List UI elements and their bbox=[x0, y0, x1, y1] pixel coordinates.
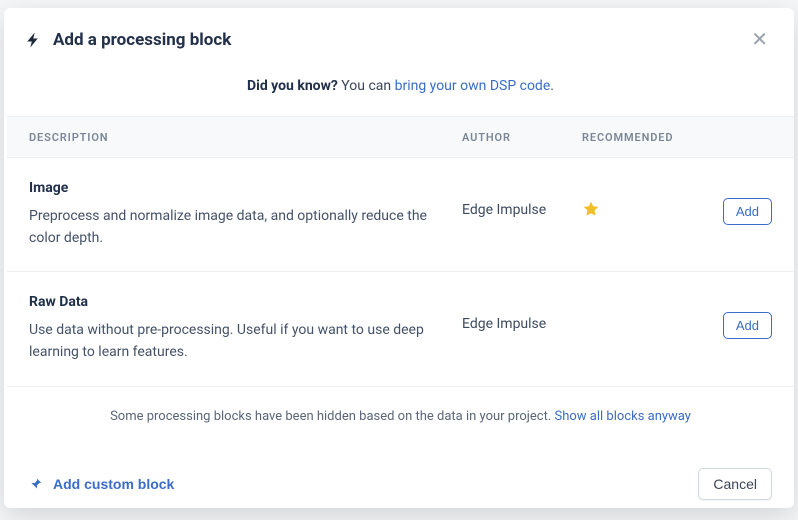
block-author: Edge Impulse bbox=[462, 294, 572, 332]
hidden-note-text: Some processing blocks have been hidden … bbox=[110, 409, 554, 424]
tip-suffix: . bbox=[550, 78, 554, 94]
add-custom-block-button[interactable]: Add custom block bbox=[29, 476, 174, 492]
close-button[interactable]: ✕ bbox=[747, 26, 772, 54]
col-recommended: RECOMMENDED bbox=[582, 131, 692, 144]
star-icon bbox=[582, 203, 600, 222]
block-description-cell: Image Preprocess and normalize image dat… bbox=[29, 180, 452, 249]
col-description: DESCRIPTION bbox=[29, 131, 452, 144]
close-icon: ✕ bbox=[751, 29, 768, 51]
block-desc: Preprocess and normalize image data, and… bbox=[29, 206, 452, 249]
table-row: Image Preprocess and normalize image dat… bbox=[7, 158, 794, 272]
block-action-cell: Add bbox=[702, 294, 772, 339]
add-button[interactable]: Add bbox=[723, 312, 772, 339]
add-button[interactable]: Add bbox=[723, 198, 772, 225]
table-header-row: DESCRIPTION AUTHOR RECOMMENDED bbox=[7, 116, 794, 158]
col-author: AUTHOR bbox=[462, 131, 572, 144]
modal-title: Add a processing block bbox=[53, 30, 747, 50]
block-desc: Use data without pre-processing. Useful … bbox=[29, 320, 452, 363]
block-recommended bbox=[582, 180, 692, 222]
block-recommended bbox=[582, 294, 692, 314]
hidden-blocks-note: Some processing blocks have been hidden … bbox=[7, 387, 794, 452]
show-all-link[interactable]: Show all blocks anyway bbox=[555, 409, 691, 424]
tip-banner: Did you know? You can bring your own DSP… bbox=[7, 72, 794, 116]
cancel-button[interactable]: Cancel bbox=[698, 468, 772, 500]
block-title: Raw Data bbox=[29, 294, 452, 310]
add-custom-label: Add custom block bbox=[53, 476, 174, 492]
block-title: Image bbox=[29, 180, 452, 196]
block-description-cell: Raw Data Use data without pre-processing… bbox=[29, 294, 452, 363]
blocks-table: DESCRIPTION AUTHOR RECOMMENDED Image Pre… bbox=[7, 116, 794, 452]
block-author: Edge Impulse bbox=[462, 180, 572, 218]
pin-icon bbox=[29, 477, 43, 491]
add-processing-block-modal: Add a processing block ✕ Did you know? Y… bbox=[4, 8, 794, 508]
modal-footer: Add custom block Cancel bbox=[7, 452, 794, 520]
modal-header: Add a processing block ✕ bbox=[7, 8, 794, 72]
tip-link[interactable]: bring your own DSP code bbox=[395, 78, 551, 94]
lightning-icon bbox=[25, 31, 43, 49]
tip-bold: Did you know? bbox=[247, 78, 338, 94]
table-row: Raw Data Use data without pre-processing… bbox=[7, 272, 794, 386]
tip-text: You can bbox=[338, 78, 395, 94]
block-action-cell: Add bbox=[702, 180, 772, 225]
